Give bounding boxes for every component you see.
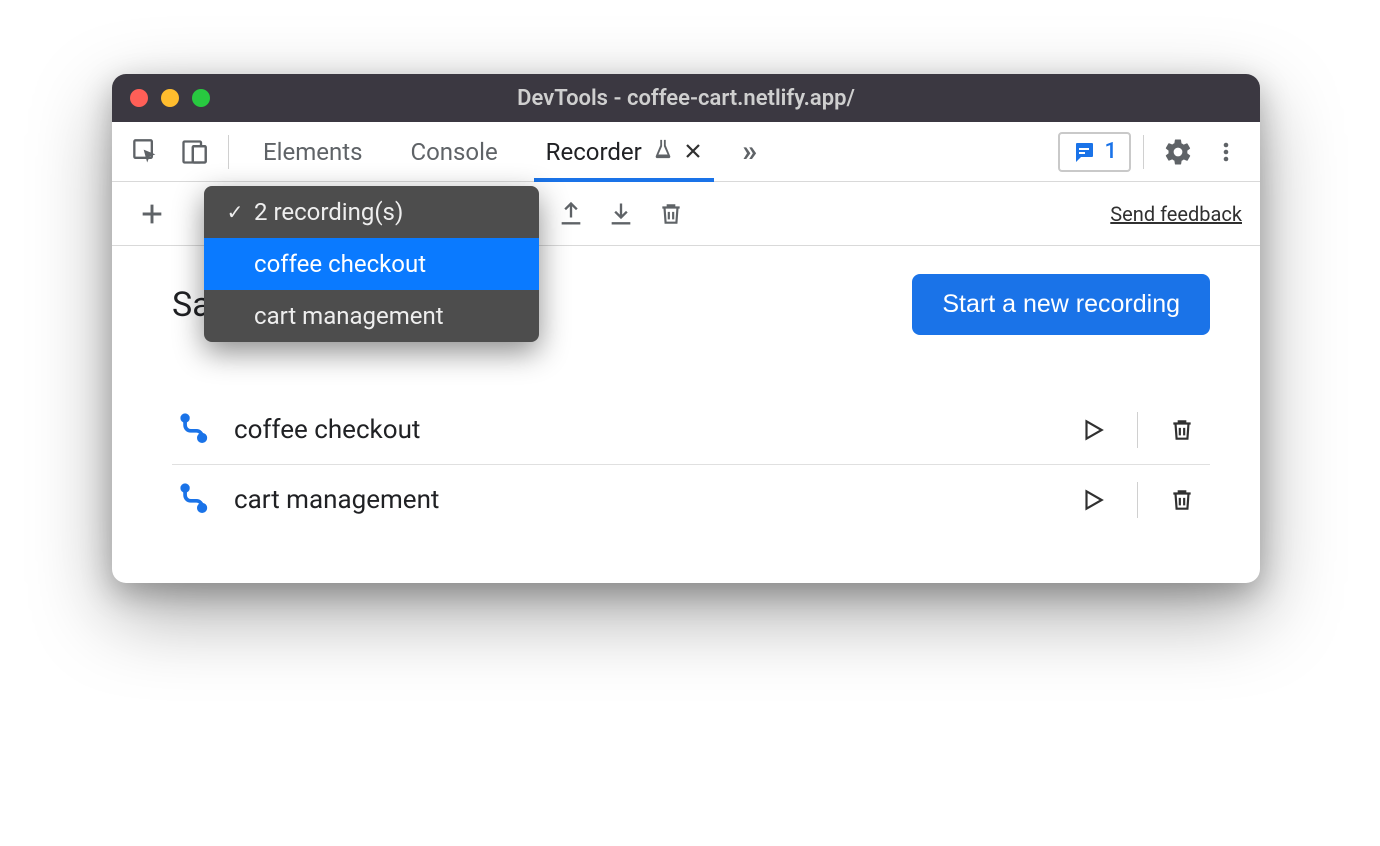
devtools-tabs-row: Elements Console Recorder » 1 [112, 122, 1260, 182]
separator [228, 135, 229, 169]
message-icon [1072, 140, 1096, 164]
dropdown-item-selected[interactable]: coffee checkout [204, 238, 539, 290]
start-recording-button[interactable]: Start a new recording [912, 274, 1210, 335]
dropdown-item[interactable]: cart management [204, 290, 539, 342]
dropdown-item-label: cart management [254, 302, 444, 330]
tab-recorder[interactable]: Recorder [524, 122, 724, 181]
recordings-dropdown[interactable]: ✓ 2 recording(s) coffee checkout cart ma… [204, 186, 539, 342]
recording-name: cart management [234, 485, 1049, 515]
titlebar: DevTools - coffee-cart.netlify.app/ [112, 74, 1260, 122]
recording-row[interactable]: coffee checkout [172, 395, 1210, 465]
window-close-button[interactable] [130, 89, 148, 107]
devtools-window: DevTools - coffee-cart.netlify.app/ Elem… [112, 74, 1260, 583]
delete-all-icon[interactable] [649, 192, 693, 236]
dropdown-summary-item[interactable]: ✓ 2 recording(s) [204, 186, 539, 238]
recording-name: coffee checkout [234, 415, 1049, 445]
dropdown-summary-label: 2 recording(s) [254, 198, 403, 226]
flow-icon [178, 411, 212, 449]
more-tabs-icon[interactable]: » [728, 134, 772, 169]
flow-icon [178, 481, 212, 519]
tab-label: Console [410, 138, 497, 166]
recordings-list: coffee checkout cart management [172, 395, 1210, 535]
settings-icon[interactable] [1156, 130, 1200, 174]
separator [1137, 412, 1138, 448]
tab-label: Elements [263, 138, 362, 166]
traffic-lights [130, 89, 210, 107]
issues-count: 1 [1104, 139, 1117, 164]
tab-elements[interactable]: Elements [241, 122, 384, 181]
tab-console[interactable]: Console [388, 122, 519, 181]
issues-badge[interactable]: 1 [1058, 132, 1131, 172]
delete-recording-icon[interactable] [1160, 408, 1204, 452]
send-feedback-link[interactable]: Send feedback [1110, 202, 1242, 226]
play-recording-icon[interactable] [1071, 408, 1115, 452]
inspect-element-icon[interactable] [124, 130, 168, 174]
flask-icon [652, 138, 674, 166]
play-recording-icon[interactable] [1071, 478, 1115, 522]
tab-label: Recorder [546, 138, 642, 166]
close-tab-icon[interactable] [684, 138, 702, 166]
window-title: DevTools - coffee-cart.netlify.app/ [112, 86, 1260, 111]
import-icon[interactable] [599, 192, 643, 236]
window-minimize-button[interactable] [161, 89, 179, 107]
window-maximize-button[interactable] [192, 89, 210, 107]
kebab-menu-icon[interactable] [1204, 130, 1248, 174]
separator [1143, 135, 1144, 169]
dropdown-item-label: coffee checkout [254, 250, 426, 278]
delete-recording-icon[interactable] [1160, 478, 1204, 522]
device-toggle-icon[interactable] [172, 130, 216, 174]
export-icon[interactable] [549, 192, 593, 236]
new-recording-icon[interactable] [130, 192, 174, 236]
check-icon: ✓ [226, 200, 244, 224]
separator [1137, 482, 1138, 518]
recording-row[interactable]: cart management [172, 465, 1210, 535]
